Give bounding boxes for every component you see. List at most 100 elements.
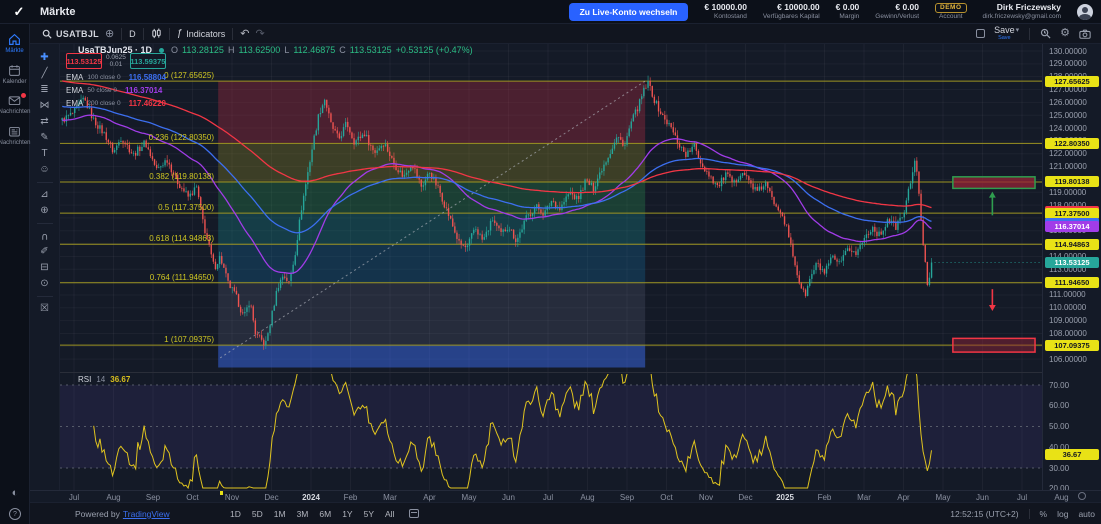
long-short-position-icon[interactable]: ⇄ [35,115,55,129]
save-dropdown-caret-icon[interactable]: ▾ [1016,26,1020,34]
indicator-params: 200 close 0 [87,100,120,107]
price-tick: 119.00000 [1049,188,1086,197]
stat-margin: € 0.00Margin [836,2,860,21]
chart-type-button[interactable] [151,28,162,39]
time-label: Feb [334,493,368,502]
range-5Y[interactable]: 5Y [364,509,374,519]
fib-level-label: 0.236 (122.80350) [149,133,214,142]
crosshair-icon[interactable]: ✚ [35,51,55,65]
resistance-rect[interactable] [953,177,1035,189]
main-chart[interactable] [60,44,1042,490]
theme-toggle-icon[interactable]: ◐ [12,487,19,499]
buy-button[interactable]: 113.59375 [130,53,166,69]
user-name: Dirk Friczewsky [997,2,1061,13]
open-value: 113.28125 [182,45,224,55]
user-info[interactable]: Dirk Friczewsky dirk.friczewsky@gmail.co… [983,2,1061,21]
magnet-icon[interactable]: ∪ [35,229,55,243]
trash-icon[interactable]: ☒ [35,302,55,316]
support-rect[interactable] [953,338,1035,352]
price-tick: 108.00000 [1049,329,1087,338]
fib-level-label: 0.618 (114.94863) [149,234,214,243]
time-label: 2025 [768,493,802,502]
go-to-date-icon[interactable] [409,509,419,518]
range-1M[interactable]: 1M [274,509,286,519]
indicators-button[interactable]: ƒ Indicators [177,28,226,39]
range-6M[interactable]: 6M [319,509,331,519]
range-1D[interactable]: 1D [230,509,241,519]
compare-add-symbol-icon[interactable]: ⊕ [105,27,114,40]
app-logo-icon[interactable]: ✓ [8,3,30,21]
price-label: 127.65625 [1045,76,1099,87]
range-All[interactable]: All [385,509,394,519]
time-axis[interactable]: JulAugSepOctNovDec2024FebMarAprMayJunJul… [30,490,1101,502]
auto-scale-button[interactable]: auto [1078,509,1095,519]
price-label: 113.53125 [1045,257,1099,268]
camera-screenshot-icon[interactable] [1079,29,1091,39]
hide-all-icon[interactable]: ⊙ [35,277,55,291]
price-tick: 122.00000 [1049,149,1087,158]
avatar[interactable] [1077,4,1093,20]
rsi-tick: 30.00 [1049,464,1069,473]
measure-icon[interactable]: ⊿ [35,188,55,202]
price-tick: 121.00000 [1049,162,1087,171]
sell-button[interactable]: 113.53125 [66,53,102,69]
rsi-legend[interactable]: RSI 14 36.67 [78,375,130,384]
ema-legend-row[interactable]: EMA200 close 0117.46220 [66,97,166,110]
time-label: Sep [610,493,644,502]
zoom-in-icon[interactable]: ⊕ [35,204,55,218]
lock-all-icon[interactable]: ⊟ [35,261,55,275]
symbol-search[interactable]: USATBJL [42,29,99,39]
time-label: Mar [373,493,407,502]
up-arrow-icon[interactable] [989,192,996,216]
time-label: Aug [571,493,605,502]
brush-icon[interactable]: ✎ [35,131,55,145]
quick-search-icon[interactable] [1040,28,1051,39]
xabcd-pattern-icon[interactable]: ⋈ [35,99,55,113]
range-1Y[interactable]: 1Y [342,509,352,519]
candles-icon [151,28,162,39]
switch-to-live-account-button[interactable]: Zu Live-Konto wechseln [569,3,689,21]
ema-legend-row[interactable]: EMA100 close 0116.58804 [66,71,166,84]
fullscreen-icon[interactable] [976,29,985,38]
trendline-icon[interactable]: ╱ [35,67,55,81]
save-button[interactable]: Save Save [994,26,1015,42]
change-value: +0.53125 (+0.47%) [396,45,473,55]
axis-reset-icon[interactable] [1078,492,1086,500]
clock[interactable]: 12:52:15 (UTC+2) [950,509,1018,519]
stay-drawing-icon[interactable]: ✐ [35,245,55,259]
percent-scale-button[interactable]: % [1040,509,1048,519]
text-icon[interactable]: T [35,147,55,161]
price-label: 117.37500 [1045,208,1099,219]
ema-legend: EMA100 close 0116.58804EMA50 close 0116.… [66,71,166,110]
interval-button[interactable]: D [129,29,136,39]
rsi-value-label: 36.67 [1045,449,1099,460]
sidebar-item-nachrichten-news[interactable]: Nachrichten [0,125,29,147]
redo-icon[interactable]: ↷ [255,27,264,40]
user-email: dirk.friczewsky@gmail.com [983,13,1061,21]
fib-retracement-icon[interactable]: ≣ [35,83,55,97]
high-value: 113.62500 [238,45,280,55]
range-5D[interactable]: 5D [252,509,263,519]
time-label: Oct [176,493,210,502]
price-axis[interactable]: 130.00000129.00000128.00000127.00000126.… [1042,44,1101,490]
sidebar-item-maerkte[interactable]: Märkte [0,33,29,55]
fib-retracement-zone[interactable] [60,81,1042,367]
time-label: Oct [650,493,684,502]
price-tick: 129.00000 [1049,59,1087,68]
time-label: Sep [136,493,170,502]
settings-gear-icon[interactable]: ⚙ [1060,28,1070,39]
time-label: 2024 [294,493,328,502]
log-scale-button[interactable]: log [1057,509,1068,519]
tradingview-link[interactable]: TradingView [123,509,170,519]
ema-legend-row[interactable]: EMA50 close 0116.37014 [66,84,166,97]
app-header: ✓ Märkte Zu Live-Konto wechseln € 10000.… [0,0,1101,24]
range-3M[interactable]: 3M [297,509,309,519]
help-icon[interactable]: ? [9,508,21,520]
undo-icon[interactable]: ↶ [240,27,249,40]
sidebar-item-nachrichten-mail[interactable]: Nachrichten [0,94,29,116]
time-label: Jul [57,493,91,502]
sidebar-item-kalender[interactable]: Kalender [0,64,29,86]
trade-quote-panel: 113.53125 0.0625 0.01 113.59375 [66,53,166,69]
emoji-icon[interactable]: ☺ [35,163,55,177]
price-label: 119.80138 [1045,176,1099,187]
